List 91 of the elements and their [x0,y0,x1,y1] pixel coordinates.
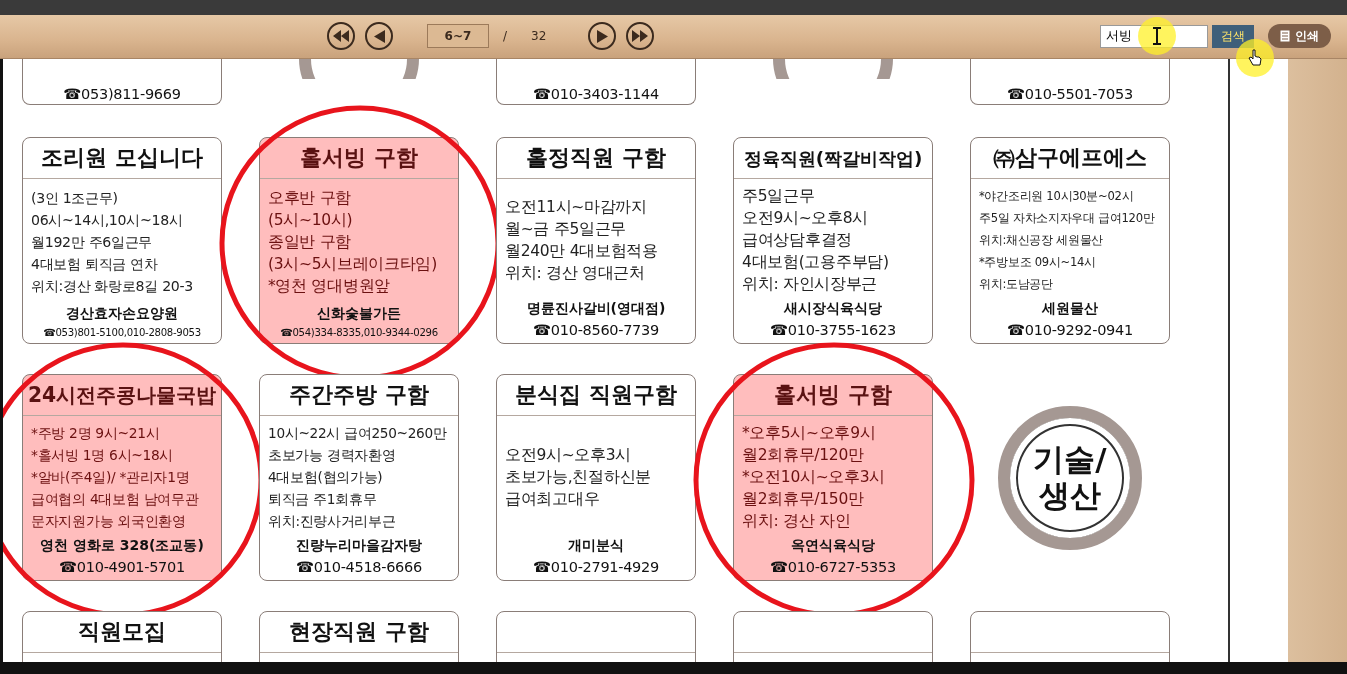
employer-name: 세원물산 [1041,300,1099,318]
nav-button[interactable] [626,22,655,50]
page-separator: / [503,29,508,43]
phone-number: ☎010-4901-5701 [58,559,186,575]
card-text: 주5일근무 [742,185,816,207]
text-cursor-icon [1152,27,1162,45]
card-text: 퇴직금 주1회휴무 [268,489,378,509]
card-text: 월240만 4대보험적용 [505,240,659,262]
card-title: 현장직원 구함 [260,612,458,653]
card-text: *알바(주4일)/ *관리자1명 [31,467,191,487]
rewind-icon [333,30,349,42]
card-text: 종일반 구함 [268,232,353,253]
card-text: 월~금 주5일근무 [505,218,628,240]
card-text: 오전9시~오후8시 [742,207,869,229]
card-text: 급여협의 4대보험 남여무관 [31,489,200,509]
category-label: 기술/ 생산 [1033,441,1107,514]
card-text: 위치:진량사거리부근 [268,511,397,531]
card-text: *오전10시~오후3시 [742,466,887,488]
employer-name: 신화숯불가든 [316,305,402,323]
fast-forward-icon [632,30,649,42]
employer-name: 경산효자손요양원 [65,305,179,323]
phone-number: ☎010-3403-1144 [533,86,659,102]
card-text: (3인 1조근무) [31,189,119,208]
card-text: 오후반 구함 [268,188,353,209]
card-text: 오전11시~마감까지 [505,196,648,218]
employer-name: 진량누리마을감자탕 [295,537,423,555]
card-text: 위치: 경산 영대근처 [505,262,646,284]
card-text: *홀서빙 1명 6시~18시 [31,445,175,465]
card-text: 위치: 자인시장부근 [742,273,879,295]
hand-cursor-icon [1248,49,1262,67]
card-text: 위치:도남공단 [979,275,1054,293]
phone-number: ☎010-6727-5353 [769,559,897,575]
card-title: 분식집 직원구함 [497,375,695,416]
card-text: 위치: 경산 자인 [742,510,852,532]
card-text: 오전9시~오후3시 [505,444,632,466]
card-title: ㈜삼구에프에스 [971,138,1169,179]
card-text: 초보가능,친절하신분 [505,466,652,488]
card-text: *주방보조 09시~14시 [979,253,1097,271]
card-text: (5시~10시) [268,210,354,231]
document-icon [1280,30,1290,42]
employer-name: 영천 영화로 328(조교동) [39,537,205,555]
page-field[interactable]: 6~7 [427,24,489,48]
card-title: 정육직원(짝갈비작업) [734,138,932,179]
nav-button[interactable] [365,22,393,50]
page-total: 32 [531,29,547,43]
card-text: 초보가능 경력자환영 [268,445,397,465]
employer-name: 옥연식육식당 [790,537,876,555]
card-title: 홀서빙 구함 [734,375,932,416]
card-text: 10시~22시 급여250~260만 [268,423,448,443]
card-text: 위치:채신공장 세원물산 [979,231,1104,249]
nav-button[interactable] [327,22,355,50]
card-title: 24시전주콩나물국밥 [23,375,221,416]
card-text: 월192만 주6일근무 [31,233,154,252]
card-title: 홀정직원 구함 [497,138,695,179]
card-text: 4대보험(고용주부담) [742,251,890,273]
card-text: 06시~14시,10시~18시 [31,211,184,230]
card-text: 4대보험 퇴직금 연차 [31,255,159,274]
phone-number: ☎010-2791-4929 [532,559,660,575]
card-text: 4대보험(협의가능) [268,467,384,487]
card-text: 주5일 자차소지자우대 급여120만 [979,209,1156,227]
phone-number: ☎053)801-5100,010-2808-9053 [42,327,202,338]
employer-name: 개미분식 [567,537,625,555]
search-button[interactable]: 검색 [1212,24,1254,48]
card-text: *영천 영대병원앞 [268,276,391,297]
card-text: 월2회휴무/150만 [742,488,865,510]
card-title: 직원모집 [23,612,221,653]
employer-name: 새시장식육식당 [783,300,883,318]
card-title: 홀서빙 구함 [260,138,458,179]
phone-number: ☎053)811-9669 [63,86,181,102]
phone-number: ☎010-3755-1623 [769,322,897,338]
card-text: *오후5시~오후9시 [742,422,877,444]
card-title: 조리원 모십니다 [23,138,221,179]
phone-number: ☎010-8560-7739 [532,322,660,338]
phone-number: ☎010-4518-6666 [295,559,423,575]
phone-number: ☎010-5501-7053 [1007,86,1133,102]
card-text: *주방 2명 9시~21시 [31,423,161,443]
card-text: 문자지원가능 외국인환영 [31,511,187,531]
card-text: 월2회휴무/120만 [742,444,865,466]
phone-number: ☎010-9292-0941 [1006,322,1134,338]
card-title: 주간주방 구함 [260,375,458,416]
back-icon [373,29,385,43]
card-text: 위치:경산 화랑로8길 20-3 [31,277,194,296]
nav-button[interactable] [588,22,617,50]
play-icon [596,29,608,43]
card-text: 급여상담후결정 [742,229,853,251]
card-text: 급여최고대우 [505,488,601,510]
card-text: *야간조리원 10시30분~02시 [979,187,1135,205]
employer-name: 명륜진사갈비(영대점) [525,300,667,318]
phone-number: ☎054)334-8335,010-9344-0296 [279,327,439,338]
card-text: (3시~5시브레이크타임) [268,254,438,275]
print-button[interactable]: 인쇄 [1268,24,1331,48]
